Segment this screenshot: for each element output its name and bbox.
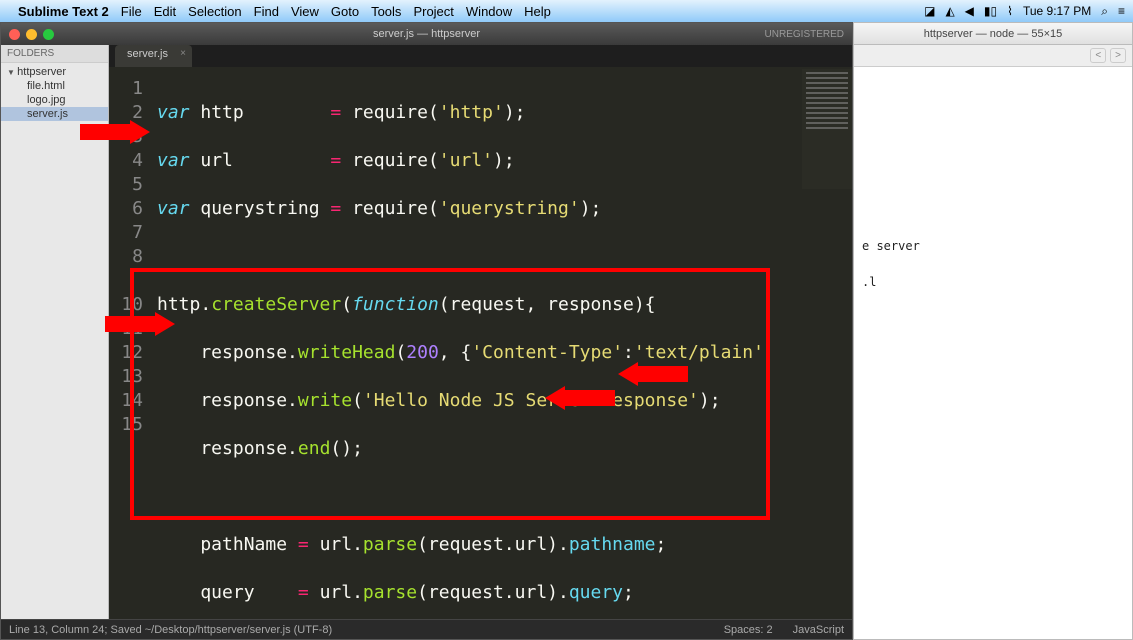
- terminal-window[interactable]: httpserver — node — 55×15 < > e server .l: [853, 22, 1133, 640]
- terminal-title: httpserver — node — 55×15: [924, 28, 1063, 40]
- code-line: var querystring = require('querystring')…: [157, 197, 852, 221]
- status-left: Line 13, Column 24; Saved ~/Desktop/http…: [9, 624, 332, 636]
- tabbar: server.js ×: [109, 45, 852, 67]
- menu-find[interactable]: Find: [254, 4, 279, 19]
- code-line: var url = require('url');: [157, 149, 852, 173]
- battery-icon[interactable]: ▮▯: [984, 4, 997, 18]
- menu-tools[interactable]: Tools: [371, 4, 401, 19]
- window-title: server.js — httpserver: [373, 28, 480, 40]
- sublime-titlebar[interactable]: server.js — httpserver UNREGISTERED: [1, 23, 852, 45]
- mac-menubar: Sublime Text 2 File Edit Selection Find …: [0, 0, 1133, 22]
- minimap[interactable]: [802, 69, 852, 189]
- sidebar-header: FOLDERS: [1, 45, 108, 63]
- code-line: response.writeHead(200, {'Content-Type':…: [157, 341, 852, 365]
- sidebar-file-selected[interactable]: server.js: [1, 107, 108, 121]
- sidebar-file[interactable]: file.html: [1, 79, 108, 93]
- menu-edit[interactable]: Edit: [154, 4, 176, 19]
- code-line: [157, 485, 852, 509]
- menu-project[interactable]: Project: [413, 4, 453, 19]
- statusbar: Line 13, Column 24; Saved ~/Desktop/http…: [1, 619, 852, 639]
- sidebar-file[interactable]: logo.jpg: [1, 93, 108, 107]
- close-button[interactable]: [9, 29, 20, 40]
- zoom-button[interactable]: [43, 29, 54, 40]
- code-line: pathName = url.parse(request.url).pathna…: [157, 533, 852, 557]
- tab-serverjs[interactable]: server.js ×: [115, 45, 192, 67]
- status-lang[interactable]: JavaScript: [793, 624, 844, 636]
- menu-view[interactable]: View: [291, 4, 319, 19]
- gdrive-icon[interactable]: ◭: [945, 4, 954, 18]
- sidebar-tree: httpserver file.html logo.jpg server.js: [1, 63, 108, 123]
- volume-icon[interactable]: ◀: [965, 4, 974, 18]
- app-name[interactable]: Sublime Text 2: [18, 4, 109, 19]
- gutter: 12345678101112131415: [109, 67, 151, 619]
- terminal-tabbar: < >: [854, 45, 1132, 67]
- terminal-line1: e server: [862, 239, 920, 253]
- code-area[interactable]: 12345678101112131415 var http = require(…: [109, 67, 852, 619]
- code-line: [157, 245, 852, 269]
- editor: server.js × 12345678101112131415 var htt…: [109, 45, 852, 619]
- wifi-icon[interactable]: ⌇: [1007, 4, 1013, 18]
- notifications-icon[interactable]: ≡: [1118, 4, 1125, 18]
- terminal-line2: .l: [862, 275, 876, 289]
- sidebar-folder[interactable]: httpserver: [1, 65, 108, 79]
- minimize-button[interactable]: [26, 29, 37, 40]
- menu-goto[interactable]: Goto: [331, 4, 359, 19]
- code-line: response.end();: [157, 437, 852, 461]
- menu-selection[interactable]: Selection: [188, 4, 241, 19]
- terminal-nav-prev[interactable]: <: [1090, 48, 1106, 63]
- code[interactable]: var http = require('http'); var url = re…: [151, 67, 852, 619]
- terminal-titlebar[interactable]: httpserver — node — 55×15: [854, 23, 1132, 45]
- unregistered-label: UNREGISTERED: [765, 29, 844, 40]
- menu-file[interactable]: File: [121, 4, 142, 19]
- terminal-body[interactable]: e server .l: [854, 67, 1132, 639]
- status-icon[interactable]: ◪: [924, 4, 935, 18]
- close-icon[interactable]: ×: [180, 48, 186, 59]
- menu-window[interactable]: Window: [466, 4, 512, 19]
- tab-label: server.js: [127, 48, 168, 60]
- spotlight-icon[interactable]: ⌕: [1101, 4, 1108, 19]
- code-line: http.createServer(function(request, resp…: [157, 293, 852, 317]
- traffic-lights: [9, 29, 54, 40]
- code-line: query = url.parse(request.url).query;: [157, 581, 852, 605]
- code-line: response.write('Hello Node JS Server Res…: [157, 389, 852, 413]
- clock[interactable]: Tue 9:17 PM: [1023, 4, 1091, 18]
- terminal-nav-next[interactable]: >: [1110, 48, 1126, 63]
- sidebar: FOLDERS httpserver file.html logo.jpg se…: [1, 45, 109, 619]
- menu-help[interactable]: Help: [524, 4, 551, 19]
- code-line: var http = require('http');: [157, 101, 852, 125]
- status-spaces[interactable]: Spaces: 2: [724, 624, 773, 636]
- sublime-window: server.js — httpserver UNREGISTERED FOLD…: [0, 22, 853, 640]
